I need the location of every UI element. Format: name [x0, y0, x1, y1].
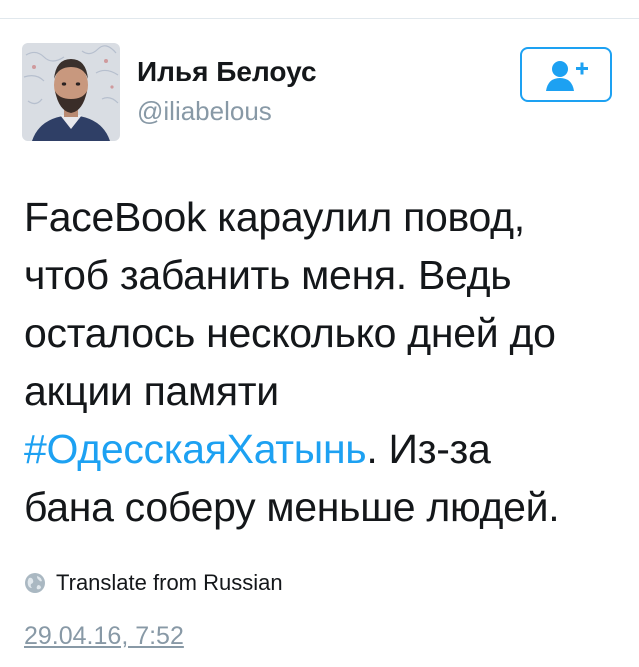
translate-link[interactable]: Translate from Russian — [24, 570, 283, 596]
tweet-text-line: FaceBook караулил повод, — [24, 194, 525, 240]
tweet-text-line-hashtag: #ОдесскаяХатынь. Из-за — [24, 420, 624, 478]
author-handle[interactable]: @iliabelous — [137, 96, 272, 127]
tweet-text-line: бана соберу меньше людей. — [24, 484, 560, 530]
tweet-timestamp[interactable]: 29.04.16, 7:52 — [24, 622, 184, 651]
tweet-text: FaceBook караулил повод, чтоб забанить м… — [24, 188, 624, 536]
tweet-text-line: акции памяти — [24, 368, 279, 414]
translate-label: Translate from Russian — [56, 570, 283, 595]
tweet-card: Илья Белоус @iliabelous FaceBook караули… — [0, 0, 639, 667]
avatar-image — [22, 43, 120, 141]
globe-icon — [25, 573, 45, 593]
tweet-text-line: чтоб забанить меня. Ведь — [24, 252, 512, 298]
follow-button[interactable] — [520, 47, 612, 102]
tweet-text-line: осталось несколько дней до — [24, 310, 556, 356]
tweet-text-fragment: . Из-за — [366, 426, 491, 472]
author-name[interactable]: Илья Белоус — [137, 56, 317, 88]
hashtag-link[interactable]: #ОдесскаяХатынь — [24, 426, 367, 472]
avatar[interactable] — [22, 43, 120, 141]
add-user-icon — [546, 60, 588, 91]
